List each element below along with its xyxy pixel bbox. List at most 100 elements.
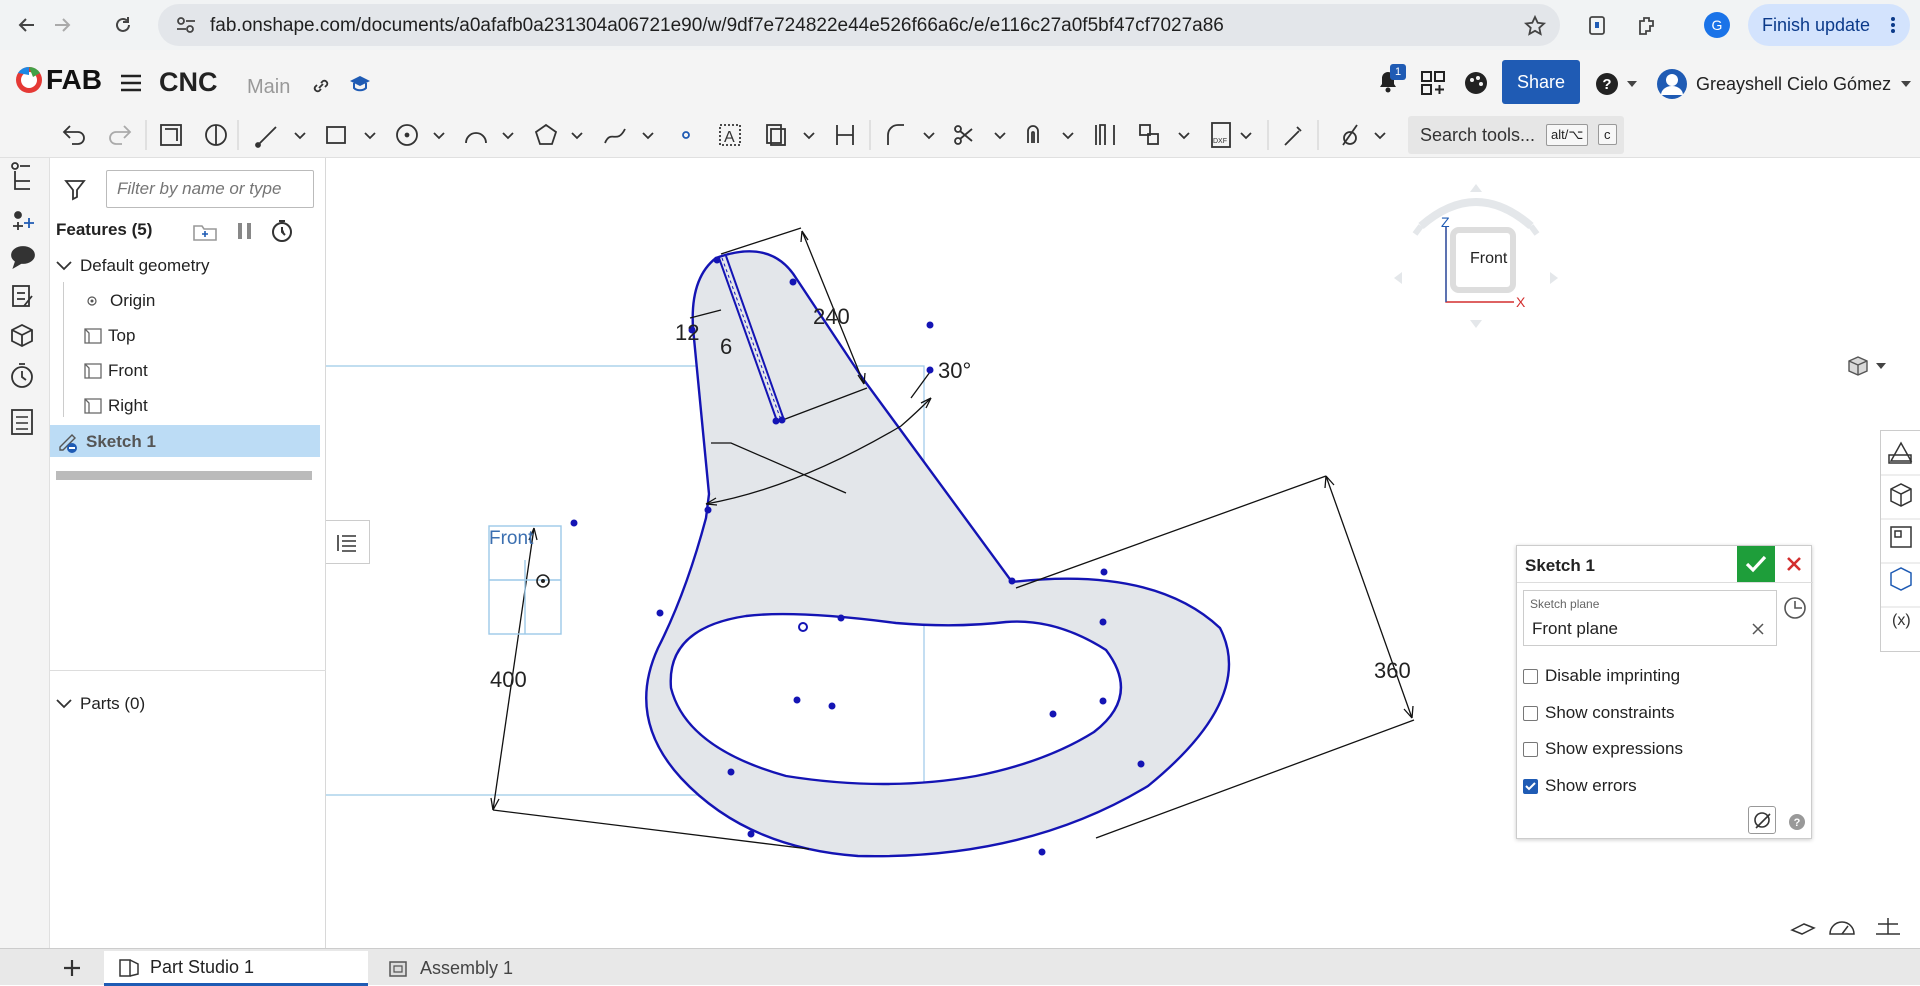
timer-icon[interactable]: [11, 363, 33, 388]
view-cube[interactable]: Front Z X: [1366, 178, 1586, 368]
search-tools-button[interactable]: Search tools... alt/⌥ c: [1408, 116, 1624, 154]
chevron-down-icon[interactable]: [502, 132, 514, 140]
finish-update-button[interactable]: Finish update: [1748, 4, 1910, 46]
back-button[interactable]: [10, 8, 44, 42]
chevron-down-icon[interactable]: [994, 132, 1006, 140]
notes-icon[interactable]: [12, 285, 33, 307]
measure-icon[interactable]: [1790, 923, 1816, 935]
section-view-icon[interactable]: [205, 124, 227, 146]
dimension-label[interactable]: 12: [675, 320, 699, 346]
add-folder-icon[interactable]: [192, 220, 218, 242]
tab-assembly[interactable]: Assembly 1: [378, 951, 628, 986]
tree-item-sketch[interactable]: Sketch 1: [50, 425, 320, 457]
sketch-plane-field[interactable]: Sketch plane Front plane: [1523, 590, 1777, 646]
rollback-pause-icon[interactable]: [236, 220, 254, 242]
fillet-tool-icon[interactable]: [887, 124, 904, 145]
forward-button[interactable]: [45, 8, 79, 42]
option-disable-imprinting[interactable]: Disable imprinting: [1523, 666, 1680, 686]
view-options-button[interactable]: [1846, 354, 1886, 378]
document-name[interactable]: CNC: [159, 67, 218, 98]
dxf-import-icon[interactable]: DXF: [1211, 122, 1231, 148]
chevron-down-icon[interactable]: [1240, 132, 1252, 140]
undo-icon[interactable]: [62, 125, 85, 145]
app-store-icon[interactable]: [1420, 70, 1446, 96]
polygon-tool-icon[interactable]: [534, 123, 558, 145]
transform-tool-icon[interactable]: [1139, 124, 1159, 145]
point-tool-icon[interactable]: [682, 131, 690, 139]
address-bar[interactable]: fab.onshape.com/documents/a0afafb0a23130…: [158, 4, 1560, 46]
tree-item-top[interactable]: Top: [84, 320, 135, 352]
chevron-down-icon[interactable]: [1374, 132, 1386, 140]
variables-icon[interactable]: [1890, 526, 1912, 548]
parts-section[interactable]: Parts (0): [56, 688, 145, 720]
mirror-tool-icon[interactable]: [1095, 124, 1115, 145]
option-show-errors[interactable]: Show errors: [1523, 776, 1637, 796]
dimension-label[interactable]: 30°: [938, 358, 971, 384]
extensions-button[interactable]: [1630, 8, 1664, 42]
chevron-down-icon[interactable]: [364, 132, 376, 140]
help-button[interactable]: ?: [1595, 72, 1637, 96]
dimension-label[interactable]: 400: [490, 667, 527, 693]
tree-item-origin[interactable]: Origin: [86, 285, 155, 317]
rollback-bar[interactable]: [56, 471, 312, 480]
spline-tool-icon[interactable]: [604, 128, 626, 144]
tree-default-geometry[interactable]: Default geometry: [56, 250, 209, 282]
appearance-icon[interactable]: [1888, 441, 1913, 464]
part-studio-icon[interactable]: [160, 124, 182, 146]
filter-icon[interactable]: [64, 178, 86, 201]
chevron-down-icon[interactable]: [1178, 132, 1190, 140]
configurations-icon[interactable]: [1890, 483, 1912, 507]
dimension-label[interactable]: 360: [1374, 658, 1411, 684]
protractor-icon[interactable]: [1829, 921, 1855, 935]
profile-button[interactable]: G: [1700, 8, 1734, 42]
menu-icon[interactable]: [120, 74, 142, 92]
mass-properties-icon[interactable]: [1890, 567, 1912, 591]
sketch-history-icon[interactable]: [1783, 596, 1807, 620]
construction-tool-icon[interactable]: [1284, 126, 1302, 146]
offset-tool-icon[interactable]: [1027, 125, 1039, 143]
feature-list-icon[interactable]: [11, 162, 30, 190]
checkbox-checked[interactable]: [1523, 778, 1538, 794]
cancel-button[interactable]: [1779, 546, 1809, 582]
checkbox[interactable]: [1523, 705, 1538, 721]
arc-tool-icon[interactable]: [465, 132, 487, 144]
branch-name[interactable]: Main: [247, 76, 290, 99]
accept-button[interactable]: [1737, 546, 1775, 582]
trim-tool-icon[interactable]: [954, 125, 973, 145]
dimension-label[interactable]: 6: [720, 334, 732, 360]
dimension-tool-icon[interactable]: [836, 125, 854, 145]
bookmark-star-icon[interactable]: [1523, 14, 1547, 37]
add-tab-icon[interactable]: [62, 958, 82, 978]
sketch-settings-button[interactable]: [1748, 806, 1776, 834]
reload-button[interactable]: [106, 8, 140, 42]
comments-icon[interactable]: [11, 246, 35, 269]
parts-icon[interactable]: [11, 323, 33, 348]
rectangle-tool-icon[interactable]: [326, 126, 346, 144]
tab-part-studio[interactable]: Part Studio 1: [104, 951, 368, 986]
dimension-label[interactable]: 240: [813, 304, 850, 330]
checklist-icon[interactable]: [0, 404, 50, 444]
circle-tool-icon[interactable]: [396, 124, 418, 146]
chevron-down-icon[interactable]: [571, 132, 583, 140]
share-button[interactable]: Share: [1502, 60, 1580, 104]
notifications-button[interactable]: 1: [1376, 64, 1406, 99]
chevron-down-icon[interactable]: [1062, 132, 1074, 140]
chevron-down-icon[interactable]: [294, 132, 306, 140]
balance-icon[interactable]: [1876, 918, 1900, 935]
filter-input[interactable]: [106, 170, 314, 208]
apps-palette-icon[interactable]: [1463, 70, 1489, 96]
panel-toggle-tab[interactable]: [326, 520, 370, 564]
checkbox[interactable]: [1523, 668, 1538, 684]
user-menu[interactable]: Greayshell Cielo Gómez: [1656, 68, 1912, 100]
function-icon[interactable]: (x): [1892, 612, 1911, 629]
option-show-expressions[interactable]: Show expressions: [1523, 739, 1683, 759]
insert-feature-icon[interactable]: [13, 211, 34, 230]
stopwatch-icon[interactable]: [270, 218, 294, 244]
use-tool-icon[interactable]: [766, 124, 786, 146]
graphics-canvas[interactable]: 12 6 240 30° 400 360 Front Front Z X (x)…: [326, 158, 1920, 948]
line-tool-icon[interactable]: [255, 126, 277, 148]
learning-center-icon[interactable]: [349, 74, 371, 94]
tree-item-right[interactable]: Right: [84, 390, 148, 422]
redo-icon[interactable]: [109, 125, 132, 145]
checkbox[interactable]: [1523, 741, 1538, 757]
